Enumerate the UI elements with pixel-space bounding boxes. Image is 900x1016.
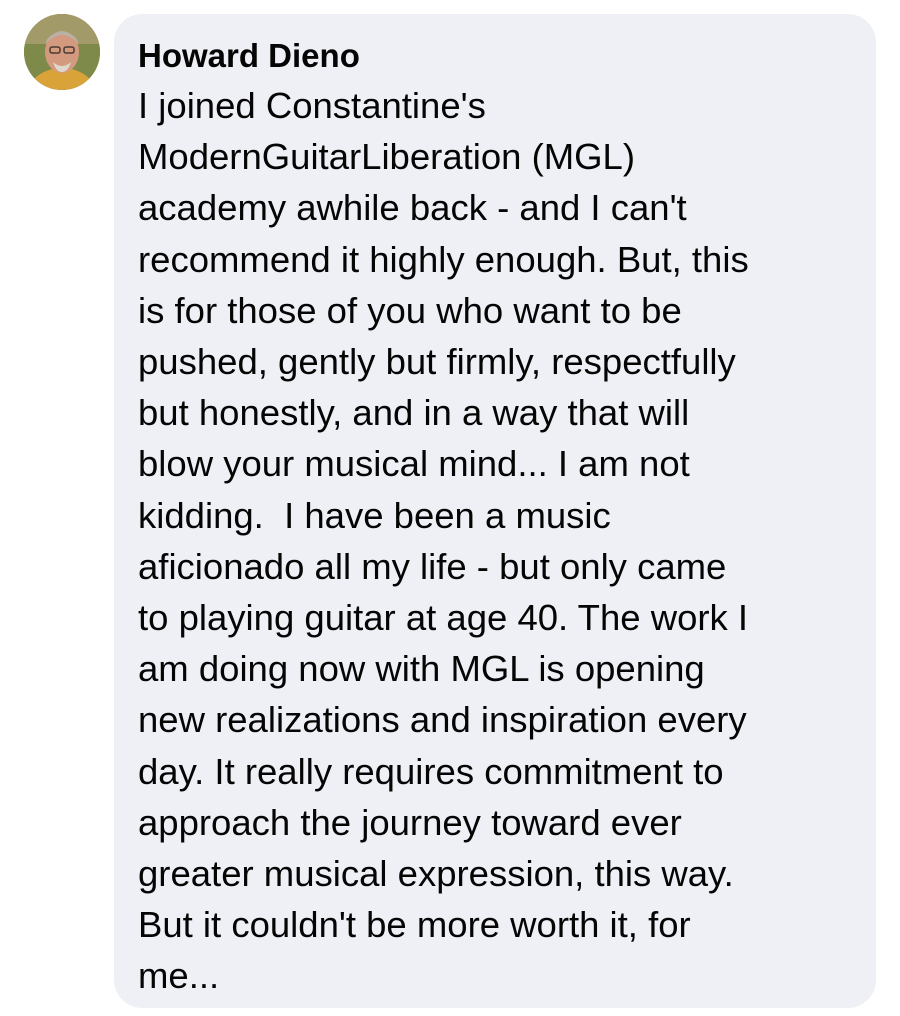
comment-line: but honestly, and in a way that will [138,392,690,434]
comment-line: But it couldn't be more worth it, for [138,904,691,946]
comment-line: to playing guitar at age 40. The work I [138,597,749,639]
comment-text: I joined Constantine's ModernGuitarLiber… [138,80,852,1002]
comment-line: me... [138,955,220,997]
comment-line: is for those of you who want to be [138,289,682,331]
comment-bubble: Howard Dieno I joined Constantine's Mode… [114,14,876,1008]
comment-line: am doing now with MGL is opening [138,648,705,690]
comment-line: pushed, gently but firmly, respectfully [138,341,736,383]
comment-line: blow your musical mind... I am not [138,443,690,485]
comment-line: approach the journey toward ever [138,801,682,843]
comment-line: I joined Constantine's [138,85,486,126]
comment-line: new realizations and inspiration every [138,699,747,741]
comment-line: day. It really requires commitment to [138,750,724,792]
comment: Howard Dieno I joined Constantine's Mode… [0,0,900,1016]
comment-author[interactable]: Howard Dieno [138,34,852,78]
user-avatar-icon [24,14,100,90]
avatar[interactable] [24,14,100,90]
comment-line: academy awhile back - and I can't [138,187,687,229]
comment-line: greater musical expression, this way. [138,853,734,895]
comment-line: ModernGuitarLiberation (MGL) [138,136,636,178]
comment-line: recommend it highly enough. But, this [138,238,749,280]
comment-line: kidding. I have been a music [138,494,611,536]
comment-line: aficionado all my life - but only came [138,545,727,587]
